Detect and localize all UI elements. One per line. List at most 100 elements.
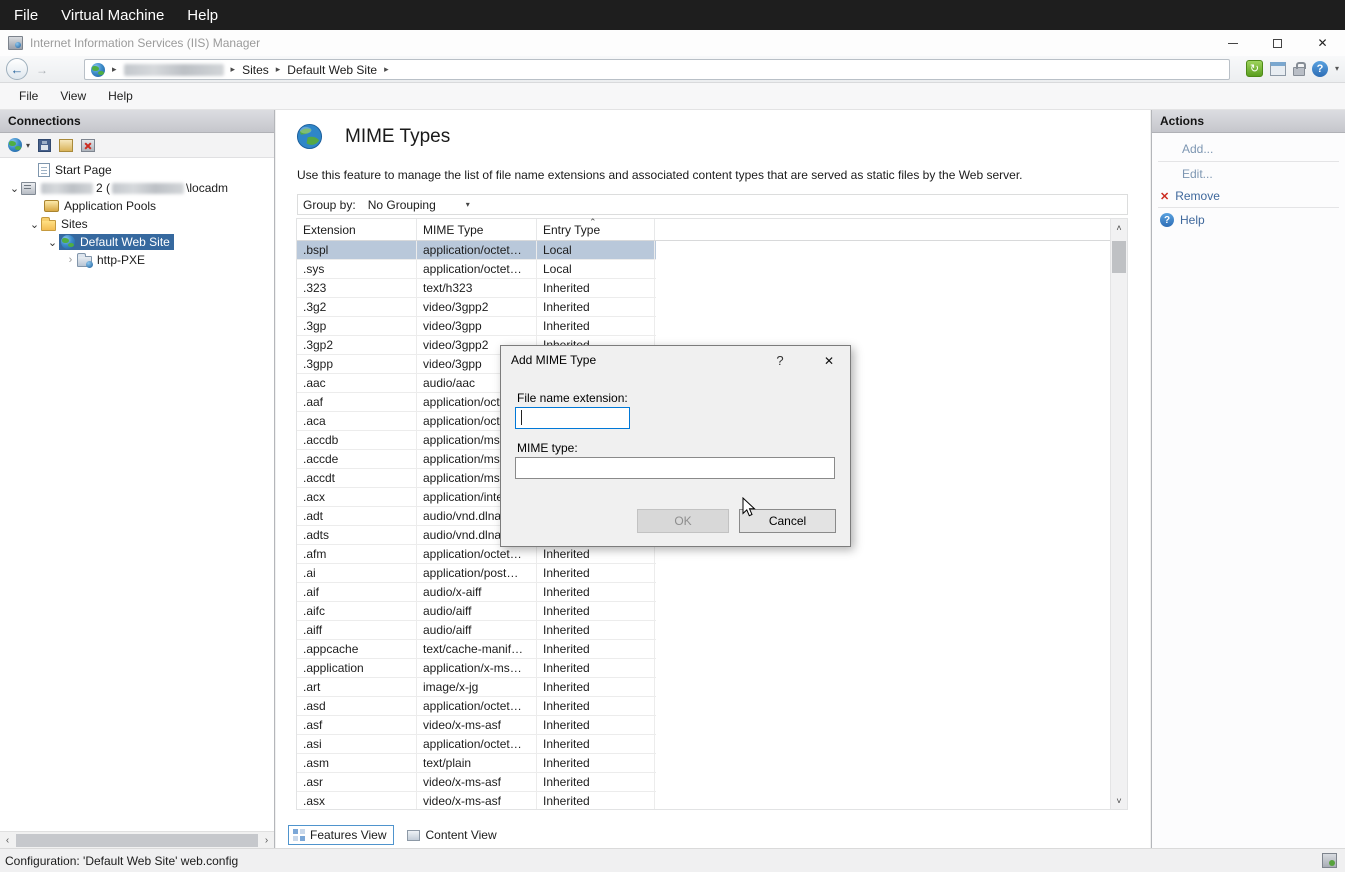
lock-icon[interactable] (1293, 67, 1305, 76)
chevron-expanded-icon[interactable]: ⌄ (46, 236, 59, 249)
actions-separator (1158, 207, 1339, 208)
horizontal-scrollbar[interactable]: ‹ › (0, 831, 274, 848)
scroll-right-icon[interactable]: › (259, 835, 274, 846)
table-row[interactable]: .asi application/octet-stream Inherited (297, 735, 656, 754)
monitor-icon[interactable] (1270, 62, 1286, 76)
save-connections-icon[interactable] (38, 139, 51, 152)
table-row[interactable]: .afm application/octet-stream Inherited (297, 545, 656, 564)
file-name-extension-label: File name extension: (517, 391, 628, 405)
scroll-left-icon[interactable]: ‹ (0, 835, 15, 846)
menu-file[interactable]: File (10, 85, 47, 107)
selected-tree-item[interactable]: Default Web Site (59, 234, 174, 250)
tree-item-default-web-site[interactable]: ⌄ Default Web Site (0, 233, 274, 251)
scroll-down-icon[interactable]: ˅ (1111, 792, 1127, 809)
chevron-expanded-icon[interactable]: ⌄ (28, 218, 41, 231)
remove-x-icon: ✕ (1160, 190, 1169, 203)
connection-caret-icon[interactable]: ▾ (26, 141, 30, 150)
scrollbar-thumb[interactable] (16, 834, 258, 847)
feature-description: Use this feature to manage the list of f… (297, 168, 1139, 182)
help-action-link[interactable]: ? Help (1160, 213, 1205, 227)
breadcrumb-separator-icon: ▸ (231, 64, 236, 75)
create-connection-icon[interactable] (8, 138, 22, 152)
file-name-extension-input[interactable] (515, 407, 630, 429)
back-button[interactable]: ← (6, 58, 28, 80)
scrollbar-thumb[interactable] (1112, 241, 1126, 273)
cell-extension: .asf (297, 716, 417, 734)
help-icon[interactable]: ? (1312, 61, 1328, 77)
cell-entry-type: Inherited (537, 735, 655, 753)
minimize-icon (1228, 43, 1238, 44)
vertical-scrollbar[interactable]: ˄ ˅ (1110, 219, 1127, 809)
table-row[interactable]: .3gp video/3gpp Inherited (297, 317, 656, 336)
delete-connection-icon[interactable] (81, 139, 95, 152)
column-header-mime-type[interactable]: MIME Type (417, 219, 537, 240)
dialog-help-button[interactable]: ? (766, 346, 794, 375)
chevron-collapsed-icon[interactable]: › (64, 254, 77, 266)
tab-label: Features View (310, 828, 386, 842)
vm-menubar: File Virtual Machine Help (0, 0, 1345, 30)
table-row[interactable]: .asd application/octet-stream Inherited (297, 697, 656, 716)
menu-view[interactable]: View (51, 85, 95, 107)
table-row[interactable]: .aifc audio/aiff Inherited (297, 602, 656, 621)
tree-item-sites[interactable]: ⌄ Sites (0, 215, 274, 233)
vm-menu-help[interactable]: Help (187, 7, 218, 24)
menu-help[interactable]: Help (99, 85, 142, 107)
column-header-extension[interactable]: Extension (297, 219, 417, 240)
scroll-up-icon[interactable]: ˄ (1111, 219, 1127, 236)
tree-item-server[interactable]: ⌄ 2 ( \locadm (0, 179, 274, 197)
table-row[interactable]: .asx video/x-ms-asf Inherited (297, 792, 656, 809)
table-row[interactable]: .323 text/h323 Inherited (297, 279, 656, 298)
tab-content-view[interactable]: Content View (403, 826, 503, 844)
server-icon (21, 182, 36, 195)
breadcrumb-sites[interactable]: Sites (242, 63, 269, 77)
chevron-expanded-icon[interactable]: ⌄ (8, 182, 21, 195)
table-row[interactable]: .aif audio/x-aiff Inherited (297, 583, 656, 602)
redacted-server-crumb[interactable] (124, 64, 224, 76)
table-row[interactable]: .asr video/x-ms-asf Inherited (297, 773, 656, 792)
mime-types-globe-icon (296, 123, 323, 150)
close-button[interactable]: ✕ (1300, 30, 1345, 56)
add-action-link[interactable]: Add... (1182, 142, 1213, 156)
tree-item-start-page[interactable]: Start Page (0, 161, 274, 179)
table-row[interactable]: .bspl application/octet-stream Local (297, 241, 656, 260)
dialog-titlebar[interactable]: Add MIME Type ? ✕ (501, 346, 850, 375)
cell-entry-type: Inherited (537, 602, 655, 620)
edit-action-link[interactable]: Edit... (1182, 167, 1213, 181)
help-dropdown-caret-icon[interactable]: ▾ (1335, 64, 1339, 73)
restart-icon[interactable]: ↻ (1246, 60, 1263, 77)
remove-action-link[interactable]: ✕ Remove (1160, 189, 1220, 203)
cell-extension: .3g2 (297, 298, 417, 316)
forward-button[interactable]: → (34, 62, 50, 77)
table-row[interactable]: .art image/x-jg Inherited (297, 678, 656, 697)
globe-icon (91, 63, 105, 77)
tree-item-label: Application Pools (64, 199, 156, 213)
breadcrumb-default-web-site[interactable]: Default Web Site (287, 63, 377, 77)
rename-connection-icon[interactable] (59, 139, 73, 152)
cell-entry-type: Inherited (537, 792, 655, 809)
table-row[interactable]: .appcache text/cache-manifest Inherited (297, 640, 656, 659)
table-row[interactable]: .ai application/postscript Inherited (297, 564, 656, 583)
tab-features-view[interactable]: Features View (288, 825, 394, 845)
column-header-entry-type[interactable]: Entry Type ⌃ (537, 219, 655, 240)
table-row[interactable]: .asf video/x-ms-asf Inherited (297, 716, 656, 735)
mime-type-input[interactable] (515, 457, 835, 479)
connections-toolbar: ▾ (0, 133, 274, 158)
tree-item-http-pxe[interactable]: › http-PXE (0, 251, 274, 269)
table-row[interactable]: .asm text/plain Inherited (297, 754, 656, 773)
table-row[interactable]: .application application/x-ms-applicatio… (297, 659, 656, 678)
cell-mime-type: application/x-ms-application (417, 659, 537, 677)
view-tabs: Features View Content View (276, 823, 504, 847)
table-row[interactable]: .3g2 video/3gpp2 Inherited (297, 298, 656, 317)
tree-item-application-pools[interactable]: Application Pools (0, 197, 274, 215)
vm-menu-file[interactable]: File (14, 7, 38, 24)
group-by-dropdown[interactable]: No Grouping (368, 198, 436, 212)
dialog-close-button[interactable]: ✕ (814, 346, 844, 375)
dropdown-caret-icon[interactable]: ▾ (466, 200, 470, 209)
table-row[interactable]: .aiff audio/aiff Inherited (297, 621, 656, 640)
vm-menu-virtual-machine[interactable]: Virtual Machine (61, 7, 164, 24)
cell-mime-type: audio/aiff (417, 602, 537, 620)
maximize-button[interactable] (1255, 30, 1300, 56)
table-row[interactable]: .sys application/octet-stream Local (297, 260, 656, 279)
cell-mime-type: application/octet-stream (417, 545, 537, 563)
minimize-button[interactable] (1210, 30, 1255, 56)
